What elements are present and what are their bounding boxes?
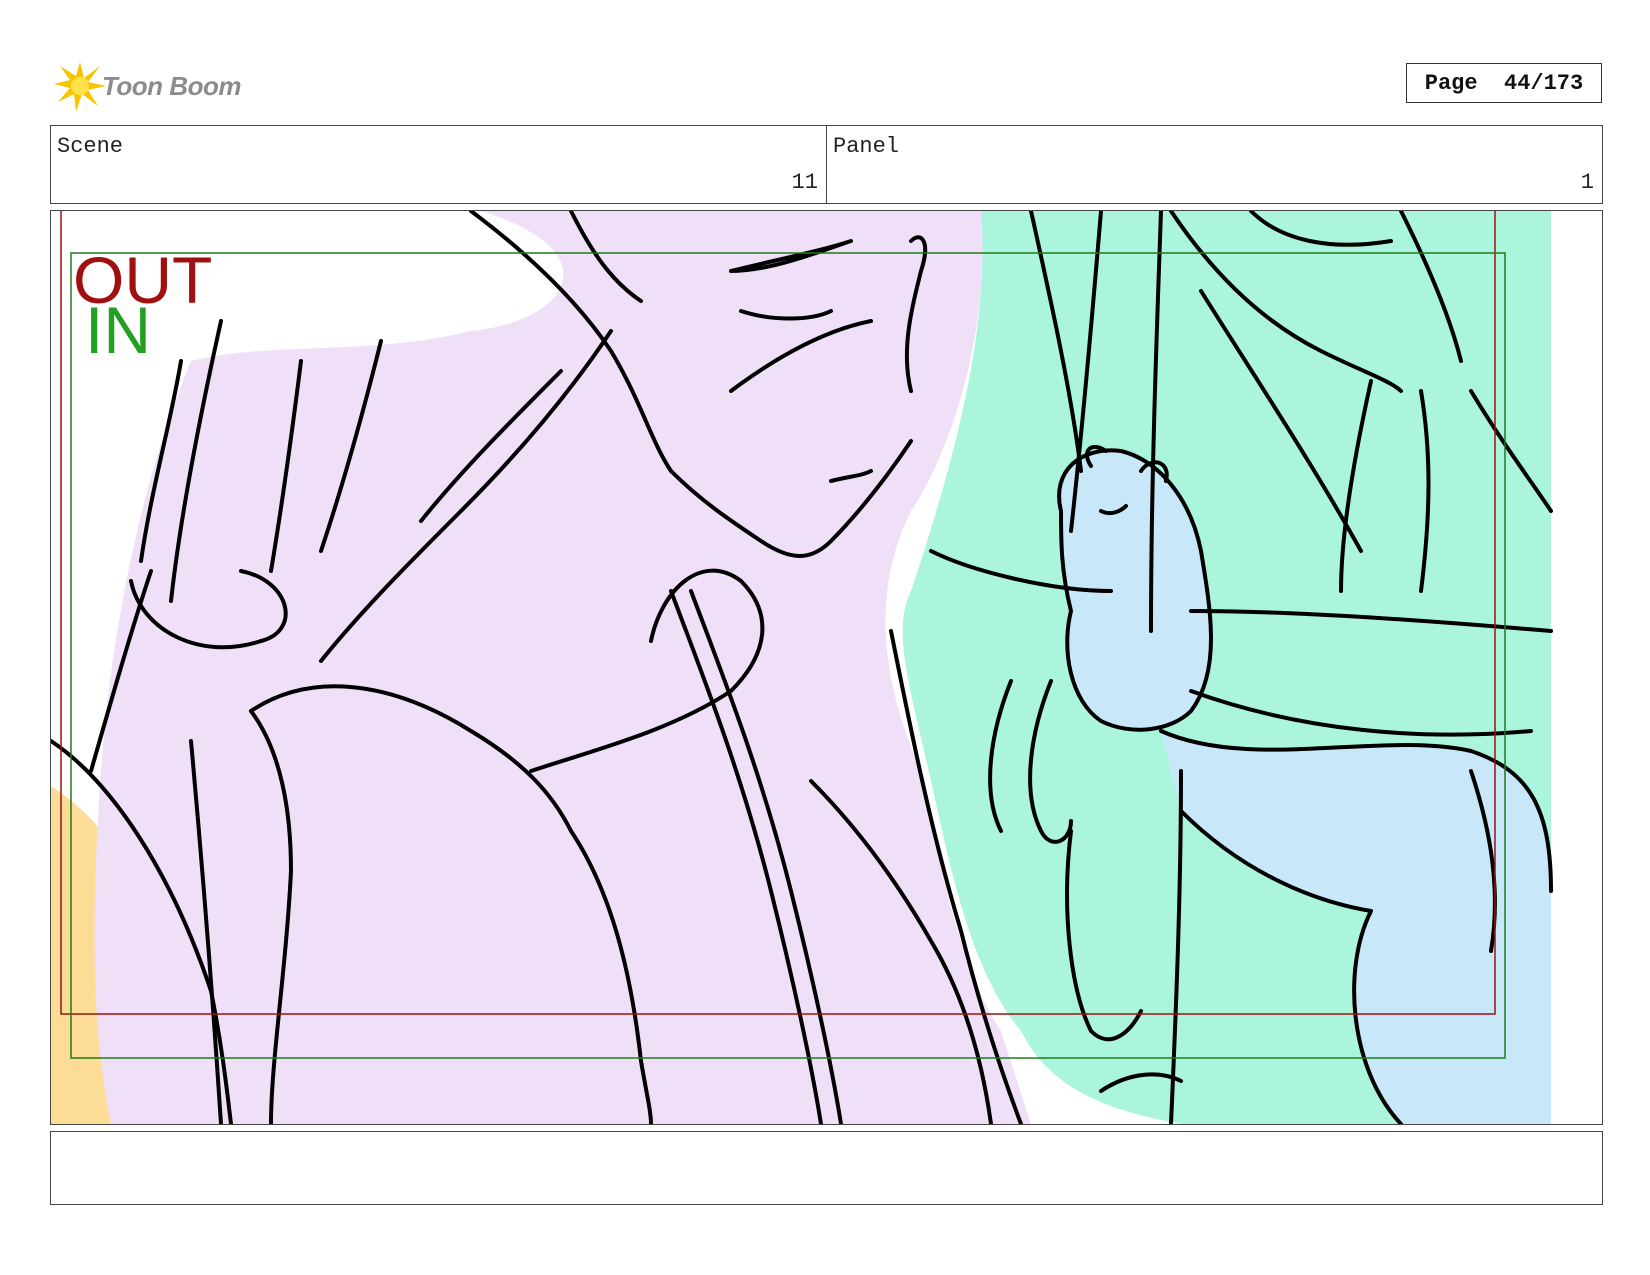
scene-number: 11: [791, 170, 818, 195]
page-label: Page: [1424, 70, 1478, 96]
scene-cell: Scene 11: [51, 126, 826, 203]
panel-cell: Panel 1: [826, 126, 1602, 203]
in-label: IN: [85, 293, 151, 367]
page-indicator: Page 44/173: [1406, 63, 1602, 103]
page-number: 44/173: [1504, 70, 1584, 96]
logo-text: Toon Boom: [102, 70, 241, 101]
scene-panel-info: Scene 11 Panel 1: [50, 125, 1603, 204]
scene-label: Scene: [57, 134, 124, 159]
storyboard-sketch: OUT IN: [51, 211, 1553, 1124]
panel-number: 1: [1580, 170, 1594, 195]
panel-label: Panel: [833, 134, 900, 159]
storyboard-panel: OUT IN: [50, 210, 1603, 1125]
notes-box: [50, 1131, 1603, 1205]
starburst-logo-icon: [54, 62, 106, 112]
skin-fill: [94, 211, 1031, 1124]
toon-boom-logo: Toon Boom: [52, 58, 272, 114]
